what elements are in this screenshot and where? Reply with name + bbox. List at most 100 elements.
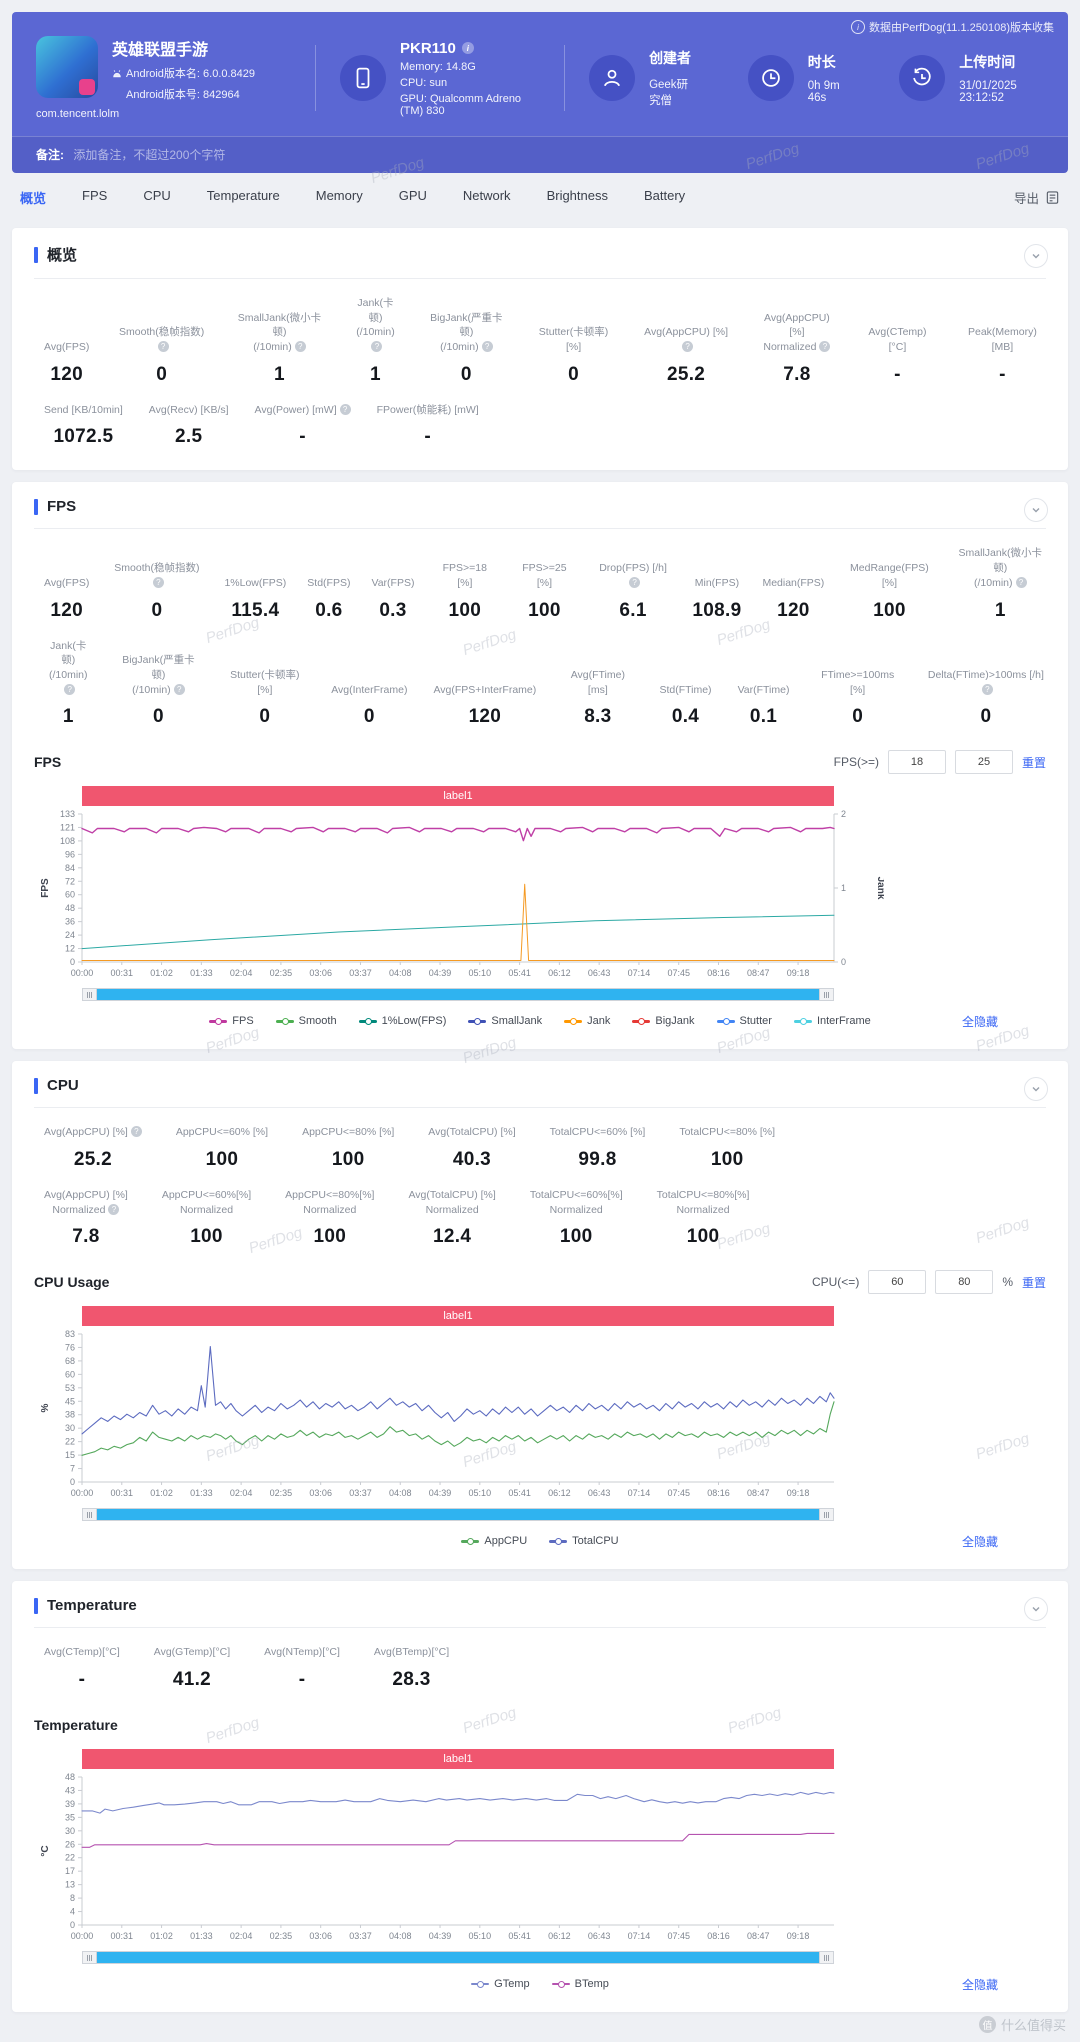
section-accent-bar [34,247,38,263]
legend-item-1%Low(FPS)[interactable]: 1%Low(FPS) [359,1015,447,1027]
legend-item-Jank[interactable]: Jank [564,1015,610,1027]
legend-item-BigJank[interactable]: BigJank [632,1015,694,1027]
filter-input-2[interactable] [955,750,1013,774]
metric: Var(FPS)0.3 [371,576,414,622]
legend-item-Stutter[interactable]: Stutter [717,1015,772,1027]
tab-FPS[interactable]: FPS [82,188,107,207]
tab-Network[interactable]: Network [463,188,511,207]
svg-text:48: 48 [65,903,75,913]
svg-text:04:39: 04:39 [429,1931,452,1941]
tab-GPU[interactable]: GPU [399,188,427,207]
hide-all-link[interactable]: 全隐藏 [962,1533,998,1550]
metric: Median(FPS)120 [762,576,824,622]
help-icon[interactable]: ? [682,341,693,352]
scrollbar-track[interactable] [97,1509,819,1520]
metric-value: 120 [44,600,89,622]
help-icon[interactable]: ? [108,1204,119,1215]
help-icon[interactable]: ? [482,341,493,352]
metric-value: 108.9 [692,600,741,622]
svg-text:00:31: 00:31 [111,968,134,978]
collapse-button[interactable] [1024,1077,1048,1101]
help-icon[interactable]: ? [629,577,640,588]
filter-input-1[interactable] [888,750,946,774]
scrollbar-handle-right[interactable] [819,989,833,1000]
help-icon[interactable]: ? [64,684,75,695]
temperature-chart-title: Temperature [34,1717,118,1733]
metric-label: Avg(FPS+InterFrame) [433,683,536,698]
svg-text:06:12: 06:12 [548,1488,571,1498]
tab-Battery[interactable]: Battery [644,188,685,207]
svg-text:84: 84 [65,863,75,873]
help-icon[interactable]: ? [1016,577,1027,588]
help-icon[interactable]: ? [158,341,169,352]
svg-text:03:06: 03:06 [309,968,332,978]
metric-value: 1 [234,364,325,386]
fps-chart-title: FPS [34,754,61,770]
legend-swatch [276,1020,294,1023]
tab-list: 概览 FPS CPU Temperature Memory GPU Network Brigh… [20,188,685,207]
scrollbar-handle-right[interactable] [819,1509,833,1520]
scrollbar-handle-left[interactable] [83,1952,97,1963]
metric-value: 1072.5 [44,426,123,448]
svg-text:0: 0 [70,957,75,967]
hide-all-link[interactable]: 全隐藏 [962,1013,998,1030]
legend-item-FPS[interactable]: FPS [209,1015,253,1027]
section-accent-bar [34,1078,38,1094]
svg-text:30: 30 [65,1826,75,1836]
divider [564,45,565,111]
cpu-chart-scrollbar[interactable] [82,1508,834,1521]
help-icon[interactable]: ? [295,341,306,352]
tab-Brightness[interactable]: Brightness [547,188,608,207]
metric: Avg(AppCPU) [%] Normalized?7.8 [44,1188,128,1248]
cpu-filter: CPU(<=)%重置 [812,1270,1046,1294]
svg-text:05:10: 05:10 [469,968,492,978]
help-icon[interactable]: ? [982,684,993,695]
svg-text:133: 133 [60,809,75,819]
reset-button[interactable]: 重置 [1022,754,1046,771]
metric-value: 41.2 [154,1669,230,1691]
upload-value: 31/01/2025 23:12:52 [959,80,1044,104]
export-button[interactable]: 导出 [1014,188,1060,207]
tab-概览[interactable]: 概览 [20,188,46,207]
metric: Avg(InterFrame)0 [331,683,407,729]
help-icon[interactable]: ? [819,341,830,352]
collapse-button[interactable] [1024,1597,1048,1621]
remark-input[interactable]: 备注: 添加备注，不超过200个字符 [12,136,1068,173]
metric-value: 0 [115,364,208,386]
collapse-button[interactable] [1024,244,1048,268]
help-icon[interactable]: ? [174,684,185,695]
legend-item-InterFrame[interactable]: InterFrame [794,1015,871,1027]
legend-item-AppCPU[interactable]: AppCPU [461,1535,527,1547]
help-icon[interactable]: ? [153,577,164,588]
legend-item-TotalCPU[interactable]: TotalCPU [549,1535,618,1547]
legend-item-Smooth[interactable]: Smooth [276,1015,337,1027]
metric-value: 100 [530,1226,623,1248]
fps-chart-scrollbar[interactable] [82,988,834,1001]
tab-Memory[interactable]: Memory [316,188,363,207]
help-icon[interactable]: ? [371,341,382,352]
reset-button[interactable]: 重置 [1022,1274,1046,1291]
scrollbar-handle-right[interactable] [819,1952,833,1963]
help-icon[interactable]: ? [340,404,351,415]
filter-input-1[interactable] [868,1270,926,1294]
device-info-icon[interactable]: i [462,42,474,54]
tab-Temperature[interactable]: Temperature [207,188,280,207]
scrollbar-track[interactable] [97,989,819,1000]
scrollbar-track[interactable] [97,1952,819,1963]
temperature-chart-scrollbar[interactable] [82,1951,834,1964]
metric-label: Avg(AppCPU) [%]? [44,1125,142,1140]
legend-item-GTemp[interactable]: GTemp [471,1978,529,1990]
svg-text:05:10: 05:10 [469,1488,492,1498]
filter-input-2[interactable] [935,1270,993,1294]
tab-CPU[interactable]: CPU [143,188,170,207]
svg-text:06:43: 06:43 [588,968,611,978]
svg-text:05:10: 05:10 [469,1931,492,1941]
scrollbar-handle-left[interactable] [83,1509,97,1520]
hide-all-link[interactable]: 全隐藏 [962,1976,998,1993]
help-icon[interactable]: ? [131,1126,142,1137]
scrollbar-handle-left[interactable] [83,989,97,1000]
legend-item-SmallJank[interactable]: SmallJank [468,1015,542,1027]
svg-text:04:08: 04:08 [389,1488,412,1498]
legend-item-BTemp[interactable]: BTemp [552,1978,609,1990]
collapse-button[interactable] [1024,498,1048,522]
